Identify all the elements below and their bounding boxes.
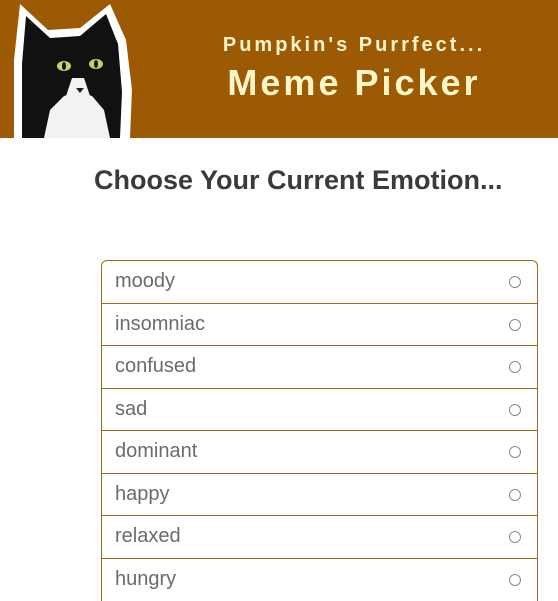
emotion-option-happy[interactable]: happy — [102, 474, 537, 517]
radio-button[interactable] — [509, 404, 521, 416]
emotion-option-hungry[interactable]: hungry — [102, 559, 537, 601]
emotion-option-confused[interactable]: confused — [102, 346, 537, 389]
radio-button[interactable] — [509, 574, 521, 586]
radio-button[interactable] — [509, 446, 521, 458]
emotion-label: confused — [115, 355, 196, 378]
banner-title: Meme Picker — [150, 62, 558, 104]
emotion-option-relaxed[interactable]: relaxed — [102, 516, 537, 559]
radio-button[interactable] — [509, 276, 521, 288]
emotion-label: insomniac — [115, 313, 205, 336]
radio-button[interactable] — [509, 531, 521, 543]
emotion-label: relaxed — [115, 525, 181, 548]
emotion-label: happy — [115, 483, 170, 506]
cat-logo-icon — [0, 0, 150, 138]
emotion-label: moody — [115, 270, 175, 293]
radio-button[interactable] — [509, 361, 521, 373]
emotion-option-sad[interactable]: sad — [102, 389, 537, 432]
page-heading: Choose Your Current Emotion... — [94, 165, 503, 196]
header-banner: Pumpkin's Purrfect... Meme Picker — [0, 0, 558, 138]
emotion-option-dominant[interactable]: dominant — [102, 431, 537, 474]
banner-subtitle: Pumpkin's Purrfect... — [150, 34, 558, 57]
radio-button[interactable] — [509, 489, 521, 501]
emotion-option-moody[interactable]: moody — [102, 261, 537, 304]
radio-button[interactable] — [509, 319, 521, 331]
emotion-label: dominant — [115, 440, 197, 463]
emotion-label: hungry — [115, 568, 176, 591]
emotion-label: sad — [115, 398, 147, 421]
emotion-radio-list: moody insomniac confused sad dominant ha… — [101, 260, 538, 601]
emotion-option-insomniac[interactable]: insomniac — [102, 304, 537, 347]
